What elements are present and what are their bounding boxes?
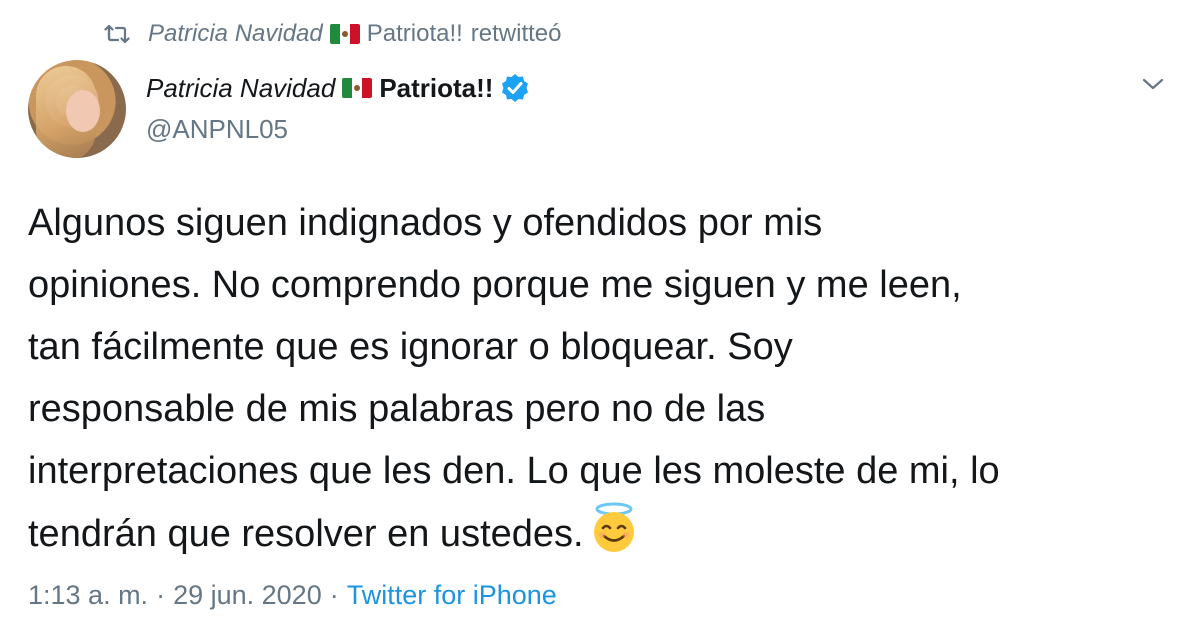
retweet-action-text: retwitteó bbox=[470, 20, 562, 47]
author-name-suffix[interactable]: Patriota!! bbox=[379, 73, 493, 104]
chevron-down-icon[interactable] bbox=[1140, 74, 1166, 94]
retweet-icon bbox=[104, 23, 130, 45]
retweeter-name-suffix[interactable]: Patriota!! bbox=[367, 20, 463, 48]
tweet-date[interactable]: 29 jun. 2020 bbox=[173, 580, 322, 611]
meta-separator: · bbox=[156, 580, 166, 610]
verified-badge-icon bbox=[499, 72, 531, 104]
tweet-time[interactable]: 1:13 a. m. bbox=[28, 580, 148, 611]
tweet-client-link[interactable]: Twitter for iPhone bbox=[347, 580, 557, 611]
tweet-body: Algunos siguen indignados y ofendidos po… bbox=[28, 202, 1000, 555]
profile-avatar[interactable] bbox=[28, 60, 126, 158]
mexico-flag-icon bbox=[342, 78, 373, 98]
tweet-text: Algunos siguen indignados y ofendidos po… bbox=[28, 192, 1168, 565]
tweet-meta: 1:13 a. m. · 29 jun. 2020 · Twitter for … bbox=[28, 580, 557, 611]
author-name-row[interactable]: Patricia Navidad Patriota!! bbox=[146, 72, 531, 104]
retweet-banner: Patricia Navidad Patriota!! retwitteó bbox=[104, 20, 562, 48]
meta-separator: · bbox=[329, 580, 339, 610]
author-handle[interactable]: @ANPNL05 bbox=[146, 114, 288, 145]
author-display-name[interactable]: Patricia Navidad bbox=[146, 73, 335, 104]
smiling-face-with-halo-icon bbox=[588, 502, 640, 554]
retweeter-name[interactable]: Patricia Navidad bbox=[148, 20, 323, 48]
mexico-flag-icon bbox=[329, 24, 360, 44]
